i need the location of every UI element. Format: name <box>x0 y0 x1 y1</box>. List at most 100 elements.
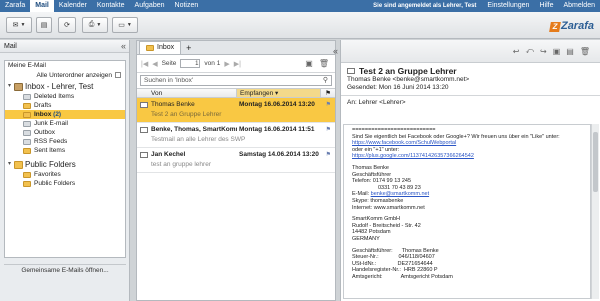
scrollbar-thumb[interactable] <box>593 132 598 192</box>
page-number-input[interactable]: 1 <box>180 59 201 68</box>
folder-drafts[interactable]: Drafts <box>5 101 125 110</box>
nav-notes[interactable]: Notizen <box>170 0 204 12</box>
nav-tasks[interactable]: Aufgaben <box>130 0 170 12</box>
previous-page-icon[interactable]: ◀ <box>152 60 157 68</box>
folder-deleted-items[interactable]: Deleted Items <box>5 92 125 101</box>
view-layout-button[interactable]: ▭ ▼ <box>112 17 138 33</box>
column-received[interactable]: Empfangen ▾ <box>237 89 321 97</box>
print-preview-button[interactable]: ▤ <box>36 17 52 33</box>
nav-zarafa[interactable]: Zarafa <box>0 0 30 12</box>
reply-all-icon[interactable]: ⤺ <box>525 46 534 56</box>
pagination-bar: |◀ ◀ Seite 1 von 1 ▶ ▶| ▣ 🗑 <box>137 55 335 73</box>
folder-label: Favorites <box>34 171 61 178</box>
add-tab-icon[interactable]: + <box>181 42 191 54</box>
message-from: Thomas Benke <box>151 101 195 108</box>
company-line: SmartKomm GmbH <box>352 216 400 223</box>
message-preview: Testmail an alle Lehrer des SWP <box>151 136 246 143</box>
nav-help[interactable]: Hilfe <box>534 0 558 12</box>
tab-inbox-label: Inbox <box>157 44 175 51</box>
search-placeholder: Suchen in 'Inbox' <box>144 77 194 84</box>
message-row[interactable]: Thomas Benke Montag 16.06.2014 13:20 ⚑ T… <box>137 98 335 123</box>
forward-icon[interactable]: ↪ <box>540 47 547 56</box>
folder-outbox[interactable]: Outbox <box>5 128 125 137</box>
copy-move-icon[interactable]: ▣ <box>305 59 313 68</box>
nav-contacts[interactable]: Kontakte <box>92 0 130 12</box>
signature-line: Internet: www.smartkomm.net <box>352 204 425 211</box>
message-row[interactable]: Jan Kechel Samstag 14.06.2014 13:20 ⚑ te… <box>137 148 335 173</box>
tree-inbox-root[interactable]: ▾ Inbox - Lehrer, Test <box>5 81 125 92</box>
nav-logout[interactable]: Abmelden <box>558 0 600 12</box>
copy-icon[interactable]: ▣ <box>553 47 561 56</box>
folder-rss-feeds[interactable]: RSS Feeds <box>5 137 125 146</box>
dropdown-arrow-icon: ▼ <box>20 22 26 28</box>
message-row[interactable]: Benke, Thomas, SmartKomm... Montag 16.06… <box>137 123 335 148</box>
next-page-icon[interactable]: ▶ <box>224 60 229 68</box>
tab-inbox[interactable]: Inbox <box>139 41 182 54</box>
open-shared-mail-link[interactable]: Gemeinsame E-Mails öffnen... <box>4 264 126 276</box>
nav-mail[interactable]: Mail <box>30 0 54 12</box>
column-from[interactable]: Von <box>137 89 237 97</box>
print-button[interactable]: ⎙ ▼ <box>82 17 108 33</box>
collapse-icon[interactable]: « <box>121 40 126 53</box>
google-plus-link[interactable]: https://plus.google.com/1137414263573662… <box>352 153 582 160</box>
folder-sent-items[interactable]: Sent Items <box>5 146 125 155</box>
collapse-icon[interactable]: « <box>333 46 338 56</box>
document-icon: ▤ <box>40 22 48 29</box>
tree-public-root[interactable]: ▾ Public Folders <box>5 159 125 170</box>
body-separator: ========================== <box>352 127 436 133</box>
delete-icon[interactable]: 🗑 <box>319 59 329 68</box>
body-line: Sind Sie eigentlich bei Facebook oder Go… <box>352 133 560 140</box>
nav-calendar[interactable]: Kalender <box>54 0 92 12</box>
company-line: Rudolf - Breitscheid - Str. 42 <box>352 222 421 229</box>
flag-icon[interactable]: ⚑ <box>326 101 331 108</box>
flag-column-icon[interactable]: ⚑ <box>321 89 335 97</box>
folder-panel: Mail « Meine E-Mail Alle Unterordner anz… <box>0 40 130 301</box>
reply-icon[interactable]: ↩ <box>513 47 520 56</box>
folder-junk-email[interactable]: Junk E-mail <box>5 119 125 128</box>
registry-line: Handelsregister-Nr.: HRB 22860 P <box>352 267 438 274</box>
message-subject: Test 2 an Gruppe Lehrer <box>347 66 594 76</box>
message-recipients: An: Lehrer <Lehrer> <box>347 99 406 106</box>
folder-label: Sent Items <box>34 147 66 154</box>
message-list-panel: Inbox + |◀ ◀ Seite 1 von 1 ▶ ▶| ▣ 🗑 Such… <box>136 40 336 301</box>
flag-icon[interactable]: ⚑ <box>326 151 331 158</box>
first-page-icon[interactable]: |◀ <box>141 60 148 68</box>
message-sender[interactable]: Thomas Benke <benke@smartkomm.net> <box>347 76 594 84</box>
delete-icon[interactable]: 🗑 <box>580 47 590 56</box>
show-all-subfolders[interactable]: Alle Unterordner anzeigen <box>5 71 125 81</box>
message-from: Benke, Thomas, SmartKomm... <box>151 126 237 133</box>
zarafa-logo: Z Zarafa <box>549 20 594 32</box>
refresh-button[interactable]: ⟳ <box>58 17 76 33</box>
folder-inbox[interactable]: Inbox (2) <box>5 110 125 119</box>
show-all-subfolders-label: Alle Unterordner anzeigen <box>36 72 112 79</box>
folder-favorites[interactable]: Favorites <box>5 170 125 179</box>
facebook-link[interactable]: https://www.facebook.com/SchulWebportal <box>352 140 582 147</box>
page-label: Seite <box>161 60 177 67</box>
search-input[interactable]: Suchen in 'Inbox' ⚲ <box>140 75 332 86</box>
public-folder-icon <box>23 180 31 187</box>
inbox-folder-icon <box>23 111 31 118</box>
signature-line: 0331 70 43 89 23 <box>352 184 421 191</box>
move-icon[interactable]: ▤ <box>566 47 574 56</box>
last-page-icon[interactable]: ▶| <box>234 60 241 68</box>
folder-public-folders[interactable]: Public Folders <box>5 179 125 188</box>
email-link[interactable]: benke@smartkomm.net <box>371 191 429 197</box>
subject-text: Test 2 an Gruppe Lehrer <box>359 66 457 76</box>
signature-line: Telefon: 0174 99 13 245 <box>352 178 412 185</box>
public-root-label: Public Folders <box>25 160 76 169</box>
signature-line: Skype: thomasbenke <box>352 197 404 204</box>
printer-icon: ⎙ <box>88 21 95 28</box>
flag-icon[interactable]: ⚑ <box>326 126 331 133</box>
mailbox-icon <box>14 82 23 91</box>
search-icon[interactable]: ⚲ <box>323 76 328 85</box>
message-sent-date: Gesendet: Mon 16 Juni 2014 13:20 <box>347 84 449 91</box>
new-mail-button[interactable]: ✉ ▼ <box>6 17 32 33</box>
message-preview: Test 2 an Gruppe Lehrer <box>151 111 222 118</box>
folder-label: Outbox <box>34 129 55 136</box>
nav-settings[interactable]: Einstellungen <box>482 0 534 12</box>
show-all-checkbox[interactable] <box>115 72 121 79</box>
message-date: Samstag 14.06.2014 13:20 <box>239 151 319 158</box>
inbox-folder-icon <box>146 45 154 51</box>
inbox-root-label: Inbox - Lehrer, Test <box>25 82 94 91</box>
message-body-scrollbar[interactable] <box>591 124 599 299</box>
